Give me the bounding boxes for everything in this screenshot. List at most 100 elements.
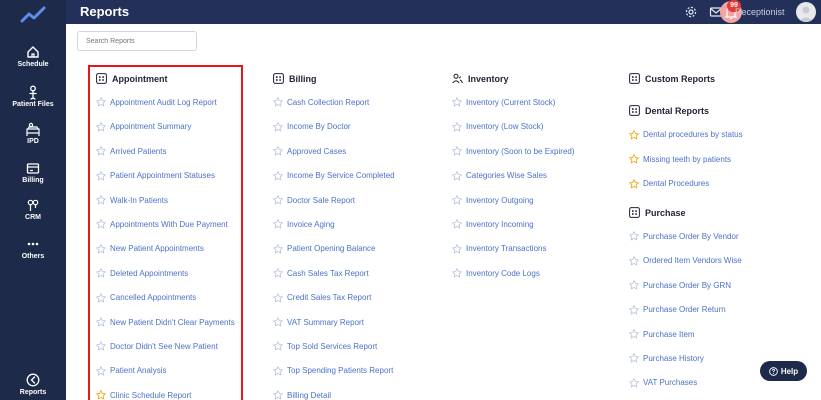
star-outline-icon[interactable] (629, 280, 639, 290)
report-link[interactable]: Cash Collection Report (273, 97, 369, 107)
report-label: Inventory Incoming (466, 219, 534, 229)
star-outline-icon[interactable] (452, 243, 462, 254)
report-label: Income By Service Completed (287, 171, 395, 181)
star-outline-icon[interactable] (273, 97, 283, 107)
star-outline-icon[interactable] (273, 121, 283, 132)
sidebar-item-others[interactable]: Others (0, 236, 66, 260)
star-outline-icon[interactable] (452, 170, 462, 181)
sidebar-item-schedule[interactable]: Schedule (0, 44, 66, 68)
star-outline-icon[interactable] (452, 195, 462, 205)
star-filled-icon[interactable] (629, 129, 639, 140)
star-outline-icon[interactable] (452, 268, 462, 278)
report-link[interactable]: Cash Sales Tax Report (273, 268, 369, 278)
report-link[interactable]: Inventory (Current Stock) (452, 97, 555, 107)
report-link[interactable]: Ordered Item Vendors Wise (629, 255, 742, 266)
report-label: Patient Opening Balance (287, 244, 376, 254)
app-logo[interactable] (18, 4, 48, 26)
star-outline-icon[interactable] (452, 121, 462, 132)
bed-icon (25, 121, 41, 137)
report-link[interactable]: Billing Detail (273, 390, 331, 400)
report-label: VAT Summary Report (287, 317, 364, 327)
report-link[interactable]: Patient Opening Balance (273, 243, 376, 254)
star-outline-icon[interactable] (629, 304, 639, 315)
report-label: Doctor Sale Report (287, 195, 356, 205)
star-outline-icon[interactable] (273, 341, 283, 351)
calendar-icon (273, 73, 284, 84)
top-header: Reports 99 Receptionist (66, 0, 821, 24)
star-outline-icon[interactable] (273, 195, 283, 205)
star-outline-icon[interactable] (629, 231, 639, 241)
report-link[interactable]: Purchase Order By Vendor (629, 231, 739, 241)
star-outline-icon[interactable] (629, 377, 639, 388)
report-link[interactable]: Top Spending Patients Report (273, 365, 394, 376)
section-title: Custom Reports (645, 73, 716, 84)
report-link[interactable]: VAT Purchases (629, 377, 697, 388)
sidebar-item-ipd[interactable]: IPD (0, 121, 66, 145)
report-label: Purchase History (643, 353, 704, 363)
star-outline-icon[interactable] (629, 255, 639, 266)
star-outline-icon[interactable] (273, 243, 283, 254)
report-label: Cash Collection Report (287, 97, 370, 107)
report-label: Purchase Order By GRN (643, 280, 732, 290)
report-link[interactable]: Purchase Order Return (629, 304, 726, 315)
help-button[interactable]: Help (760, 361, 807, 381)
star-outline-icon[interactable] (452, 146, 462, 156)
report-link[interactable]: Approved Cases (273, 146, 346, 156)
star-outline-icon[interactable] (273, 146, 283, 156)
report-link[interactable]: Income By Doctor (273, 121, 351, 132)
calendar-icon (629, 73, 640, 84)
highlight-box (88, 65, 243, 400)
sidebar-item-patient-files[interactable]: Patient Files (0, 84, 66, 108)
sidebar-item-reports[interactable]: Reports (0, 372, 66, 396)
report-link[interactable]: Credit Sales Tax Report (273, 292, 371, 303)
star-filled-icon[interactable] (629, 154, 639, 164)
report-link[interactable]: Inventory Code Logs (452, 268, 540, 278)
more-icon (25, 236, 41, 252)
billing-icon (25, 160, 41, 176)
report-link[interactable]: Purchase History (629, 353, 704, 363)
report-link[interactable]: Inventory (Low Stock) (452, 121, 543, 132)
report-link[interactable]: Purchase Order By GRN (629, 280, 731, 290)
report-link[interactable]: Inventory Incoming (452, 219, 534, 229)
star-outline-icon[interactable] (273, 170, 283, 181)
report-label: Inventory (Soon to be Expired) (466, 146, 575, 156)
settings-icon[interactable] (684, 5, 698, 19)
report-link[interactable]: Top Sold Services Report (273, 341, 377, 351)
star-outline-icon[interactable] (452, 219, 462, 229)
home-icon (25, 44, 41, 60)
report-link[interactable]: Invoice Aging (273, 219, 335, 229)
report-link[interactable]: Inventory (Soon to be Expired) (452, 146, 575, 156)
star-outline-icon[interactable] (452, 97, 462, 107)
report-link[interactable]: Dental Procedures (629, 178, 709, 189)
star-outline-icon[interactable] (629, 353, 639, 363)
page-title: Reports (80, 4, 130, 19)
report-label: Purchase Item (643, 329, 695, 339)
report-link[interactable]: Inventory Outgoing (452, 195, 534, 205)
star-outline-icon[interactable] (273, 365, 283, 376)
report-link[interactable]: Missing teeth by patients (629, 154, 731, 164)
star-outline-icon[interactable] (273, 317, 283, 327)
calendar-icon (629, 207, 640, 218)
report-label: Top Spending Patients Report (287, 366, 394, 376)
sidebar-item-crm[interactable]: CRM (0, 197, 66, 221)
report-link[interactable]: Purchase Item (629, 329, 695, 339)
report-label: Inventory Transactions (466, 244, 547, 254)
star-filled-icon[interactable] (629, 178, 639, 189)
report-link[interactable]: Inventory Transactions (452, 243, 547, 254)
star-outline-icon[interactable] (273, 219, 283, 229)
report-link[interactable]: Income By Service Completed (273, 170, 395, 181)
star-outline-icon[interactable] (629, 329, 639, 339)
report-label: Categories Wise Sales (466, 171, 547, 181)
search-input[interactable] (77, 31, 197, 51)
star-outline-icon[interactable] (273, 390, 283, 400)
sidebar-item-billing[interactable]: Billing (0, 160, 66, 184)
avatar[interactable] (796, 2, 816, 22)
report-label: Cash Sales Tax Report (287, 268, 369, 278)
report-link[interactable]: Doctor Sale Report (273, 195, 355, 205)
star-outline-icon[interactable] (273, 292, 283, 303)
report-link[interactable]: Categories Wise Sales (452, 170, 547, 181)
report-label: Top Sold Services Report (287, 341, 378, 351)
report-link[interactable]: VAT Summary Report (273, 317, 364, 327)
report-link[interactable]: Dental procedures by status (629, 129, 743, 140)
star-outline-icon[interactable] (273, 268, 283, 278)
